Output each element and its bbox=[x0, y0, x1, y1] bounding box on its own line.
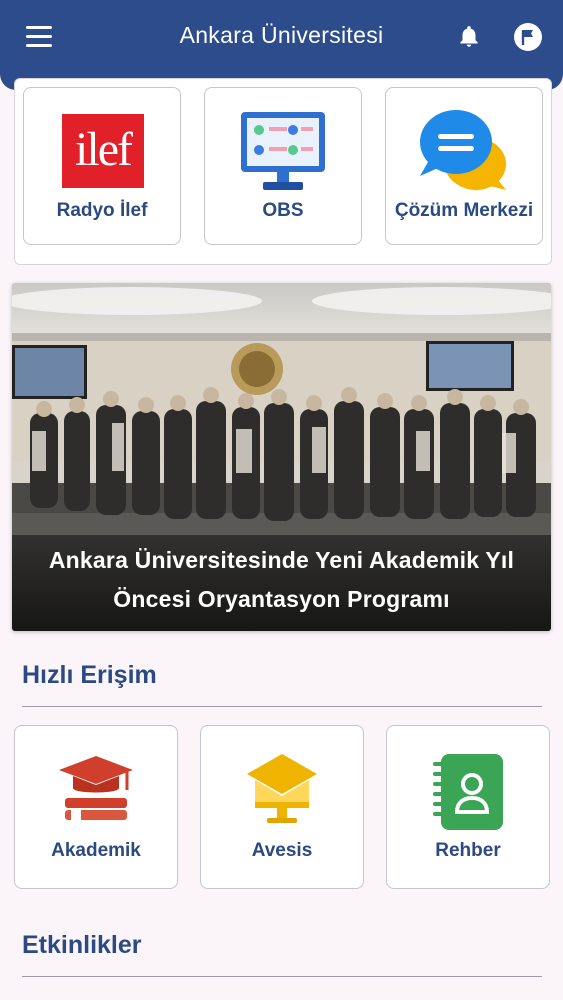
events-divider bbox=[22, 976, 542, 977]
contact-notebook-icon bbox=[429, 752, 509, 837]
akademik-tile[interactable]: Akademik bbox=[14, 725, 178, 889]
obs-tile[interactable]: OBS bbox=[204, 87, 362, 245]
quick-access-divider bbox=[22, 706, 542, 707]
news-headline: Ankara Üniversitesinde Yeni Akademik Yıl… bbox=[12, 535, 551, 631]
quick-access-title: Hızlı Erişim bbox=[22, 661, 157, 689]
ilef-logo-icon: ilef bbox=[62, 114, 144, 188]
rehber-label: Rehber bbox=[435, 840, 501, 861]
bell-icon[interactable] bbox=[456, 24, 482, 50]
akademik-label: Akademik bbox=[51, 840, 141, 861]
app-header: Ankara Üniversitesi bbox=[0, 0, 563, 90]
news-card[interactable]: Ankara Üniversitesinde Yeni Akademik Yıl… bbox=[12, 283, 551, 631]
graduation-cap-books-icon bbox=[57, 754, 135, 833]
top-shortcuts-panel: ilef Radyo İlef OBS Çözüm Merkezi bbox=[14, 78, 552, 265]
monitor-dashboard-icon bbox=[239, 110, 327, 199]
chat-bubbles-icon bbox=[418, 108, 508, 199]
avesis-label: Avesis bbox=[251, 840, 313, 861]
cozum-merkezi-label: Çözüm Merkezi bbox=[394, 200, 534, 221]
radyo-ilef-label: Radyo İlef bbox=[56, 200, 148, 221]
cozum-merkezi-tile[interactable]: Çözüm Merkezi bbox=[385, 87, 543, 245]
avesis-tile[interactable]: Avesis bbox=[200, 725, 364, 889]
radyo-ilef-tile[interactable]: ilef Radyo İlef bbox=[23, 87, 181, 245]
rehber-tile[interactable]: Rehber bbox=[386, 725, 550, 889]
obs-label: OBS bbox=[262, 200, 304, 221]
flag-icon[interactable] bbox=[513, 22, 543, 52]
cap-monitor-icon bbox=[245, 750, 319, 841]
events-title: Etkinlikler bbox=[22, 931, 142, 959]
